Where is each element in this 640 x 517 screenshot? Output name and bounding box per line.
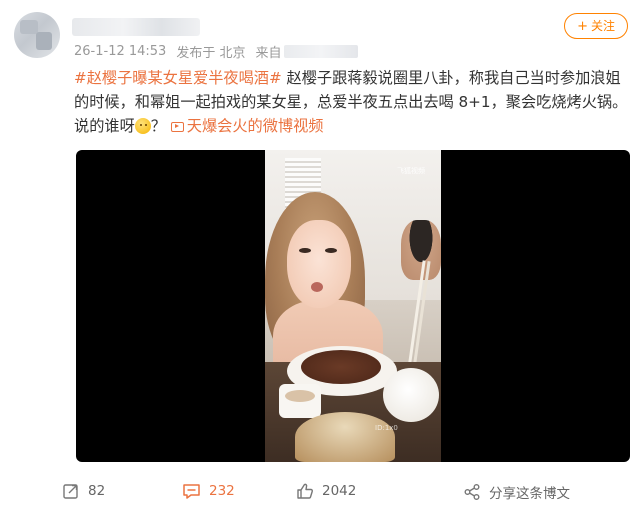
post-location: 发布于 北京: [176, 46, 246, 61]
repost-button[interactable]: 82: [62, 482, 105, 500]
repost-icon: [63, 484, 78, 499]
post-time[interactable]: 26-1-12 14:53: [74, 44, 166, 59]
video-frame: 飞狐视频 ID:1x0: [265, 150, 441, 462]
follow-label: 关注: [590, 19, 615, 33]
food-bowl: [295, 412, 395, 462]
video-source-label: 天爆会火的微博视频: [186, 117, 324, 135]
comment-button[interactable]: 232: [182, 482, 235, 500]
video-player[interactable]: 飞狐视频 ID:1x0: [76, 150, 630, 462]
follow-button[interactable]: + 关注: [564, 13, 628, 39]
video-icon: [170, 122, 184, 132]
post-source-label: 来自: [255, 46, 282, 61]
food-bun: [383, 368, 439, 422]
share-icon: [464, 484, 480, 500]
mouth: [311, 282, 323, 292]
topic-link[interactable]: #赵樱子曝某女星爱半夜喝酒#: [74, 69, 282, 87]
post-meta: 26-1-12 14:53 发布于 北京 来自: [74, 42, 358, 61]
plus-icon: +: [577, 18, 588, 34]
post-source: 来自: [255, 42, 358, 61]
sauce: [285, 390, 315, 402]
weibo-post: 26-1-12 14:53 发布于 北京 来自 + 关注 #赵樱子曝某女星爱半夜…: [0, 0, 640, 517]
avatar-mosaic: [36, 32, 52, 50]
thinking-face-emoji: [134, 118, 151, 134]
avatar-mosaic: [20, 20, 38, 34]
like-button[interactable]: 2042: [296, 482, 356, 500]
comment-count: 232: [209, 483, 235, 499]
repost-count: 82: [88, 483, 106, 499]
food-meat: [301, 350, 381, 384]
post-source-blurred: [283, 45, 358, 58]
video-source-link[interactable]: 天爆会火的微博视频: [170, 117, 324, 135]
video-watermark-top: 飞狐视频: [397, 167, 425, 175]
action-bar: 82 232 2042 分享这条博文: [0, 474, 640, 508]
like-count: 2042: [322, 483, 357, 499]
avatar[interactable]: [14, 12, 60, 58]
video-watermark-bottom: ID:1x0: [375, 424, 398, 432]
eye: [299, 248, 311, 253]
username-blurred[interactable]: [72, 18, 200, 36]
post-content: #赵樱子曝某女星爱半夜喝酒# 赵樱子跟蒋毅说圈里八卦，称我自己当时参加浪姐的时候…: [74, 66, 630, 138]
woman-face: [287, 220, 351, 308]
thumbs-up-icon: [297, 483, 313, 499]
eye: [325, 248, 337, 253]
post-text-end: ？: [150, 117, 166, 135]
share-button[interactable]: 分享这条博文: [463, 482, 570, 502]
share-label: 分享这条博文: [489, 486, 570, 502]
comment-icon: [183, 484, 200, 499]
